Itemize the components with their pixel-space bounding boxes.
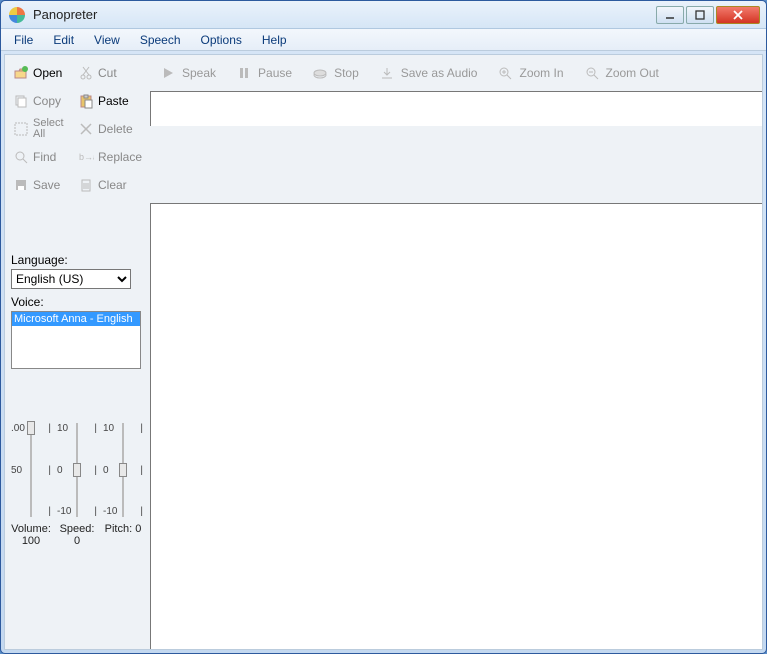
menubar: File Edit View Speech Options Help (1, 29, 766, 51)
open-icon (13, 65, 29, 81)
open-label: Open (33, 66, 62, 80)
pitch-slider-col: 10| 0| -10| Pitch: 0 (103, 423, 143, 547)
copy-icon (13, 93, 29, 109)
save-button[interactable]: Save (13, 173, 78, 197)
copy-button[interactable]: Copy (13, 89, 78, 113)
paste-button[interactable]: Paste (78, 89, 143, 113)
text-editor-top[interactable] (150, 91, 762, 126)
selectall-icon (13, 121, 29, 137)
zoom-out-icon (584, 65, 600, 81)
volume-slider-col: .00| 50| | Volume: 100 (11, 423, 51, 547)
stop-icon (312, 65, 328, 81)
volume-caption: Volume: 100 (11, 523, 51, 547)
cut-icon (78, 65, 94, 81)
text-editor-main[interactable] (150, 203, 762, 649)
voice-item[interactable]: Microsoft Anna - English (12, 312, 140, 326)
save-audio-button[interactable]: Save as Audio (373, 59, 484, 87)
paste-label: Paste (98, 94, 129, 108)
speed-slider[interactable]: 10| 0| -10| (57, 423, 97, 517)
pitch-caption: Pitch: 0 (105, 523, 142, 535)
pit-mid: 0 (103, 465, 109, 476)
app-window: Panopreter File Edit View Speech Options… (0, 0, 767, 654)
speed-slider-col: 10| 0| -10| Speed: 0 (57, 423, 97, 547)
language-label: Language: (11, 253, 144, 267)
speech-toolbar: Speak Pause Stop Save as Audio (150, 55, 762, 91)
menu-options[interactable]: Options (192, 31, 251, 49)
find-label: Find (33, 150, 56, 164)
open-button[interactable]: Open (13, 61, 78, 85)
titlebar[interactable]: Panopreter (1, 1, 766, 29)
spd-min: -10 (57, 506, 71, 517)
sliders-panel: .00| 50| | Volume: 100 10| 0| -10| (11, 423, 144, 547)
zoom-in-label: Zoom In (519, 66, 563, 80)
editor-column: Speak Pause Stop Save as Audio (150, 55, 762, 129)
copy-label: Copy (33, 94, 61, 108)
stop-label: Stop (334, 66, 359, 80)
voice-listbox[interactable]: Microsoft Anna - English (11, 311, 141, 369)
speak-button[interactable]: Speak (154, 59, 222, 87)
clear-icon (78, 177, 94, 193)
clear-button[interactable]: Clear (78, 173, 143, 197)
spd-max: 10 (57, 423, 68, 434)
replace-label: Replace (98, 150, 142, 164)
zoom-in-button[interactable]: Zoom In (491, 59, 569, 87)
zoom-out-label: Zoom Out (606, 66, 659, 80)
menu-help[interactable]: Help (253, 31, 296, 49)
delete-icon (78, 121, 94, 137)
speak-label: Speak (182, 66, 216, 80)
menu-view[interactable]: View (85, 31, 129, 49)
save-audio-label: Save as Audio (401, 66, 478, 80)
client-area: Open Cut Copy Paste Select All (4, 54, 763, 650)
sidebar: Language: English (US) Voice: Microsoft … (5, 203, 150, 649)
vol-mid: 50 (11, 465, 22, 476)
replace-button[interactable]: b→a Replace (78, 145, 143, 169)
zoom-in-icon (497, 65, 513, 81)
window-controls (654, 6, 760, 24)
edit-pane (150, 203, 762, 649)
vol-max: .00 (11, 423, 25, 434)
volume-slider[interactable]: .00| 50| | (11, 423, 51, 517)
voice-label: Voice: (11, 295, 144, 309)
stop-button[interactable]: Stop (306, 59, 365, 87)
delete-label: Delete (98, 122, 133, 136)
spd-mid: 0 (57, 465, 63, 476)
pause-button[interactable]: Pause (230, 59, 298, 87)
save-label: Save (33, 178, 60, 192)
minimize-button[interactable] (656, 6, 684, 24)
svg-text:b→a: b→a (79, 152, 94, 162)
fileops-panel: Open Cut Copy Paste Select All (5, 55, 150, 203)
maximize-button[interactable] (686, 6, 714, 24)
language-select[interactable]: English (US) (11, 269, 131, 289)
window-title: Panopreter (29, 7, 654, 22)
find-button[interactable]: Find (13, 145, 78, 169)
menu-edit[interactable]: Edit (44, 31, 83, 49)
clear-label: Clear (98, 178, 127, 192)
play-icon (160, 65, 176, 81)
menu-file[interactable]: File (5, 31, 42, 49)
menu-speech[interactable]: Speech (131, 31, 190, 49)
selectall-label: Select All (33, 118, 78, 140)
pit-min: -10 (103, 506, 117, 517)
save-icon (13, 177, 29, 193)
close-button[interactable] (716, 6, 760, 24)
pit-max: 10 (103, 423, 114, 434)
main-row: Language: English (US) Voice: Microsoft … (5, 203, 762, 649)
save-audio-icon (379, 65, 395, 81)
zoom-out-button[interactable]: Zoom Out (578, 59, 665, 87)
paste-icon (78, 93, 94, 109)
editor-wrap (150, 91, 762, 129)
cut-label: Cut (98, 66, 117, 80)
delete-button[interactable]: Delete (78, 117, 143, 141)
replace-icon: b→a (78, 149, 94, 165)
pitch-slider[interactable]: 10| 0| -10| (103, 423, 143, 517)
top-strip: Open Cut Copy Paste Select All (5, 55, 762, 203)
cut-button[interactable]: Cut (78, 61, 143, 85)
find-icon (13, 149, 29, 165)
selectall-button[interactable]: Select All (13, 117, 78, 141)
speed-caption: Speed: 0 (57, 523, 97, 547)
app-icon (9, 7, 25, 23)
pause-icon (236, 65, 252, 81)
pause-label: Pause (258, 66, 292, 80)
